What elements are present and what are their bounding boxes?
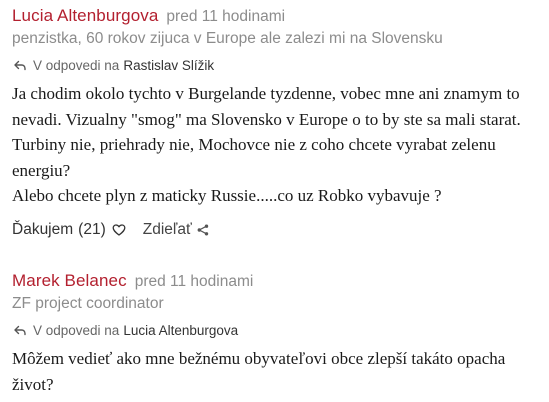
- comment-author[interactable]: Marek Belanec: [12, 271, 127, 291]
- heart-outline-icon: [112, 223, 126, 237]
- author-bio: ZF project coordinator: [12, 295, 164, 312]
- share-button[interactable]: Zdieľať: [143, 221, 209, 239]
- reply-reference: V odpovedi na Rastislav Slížik: [12, 55, 545, 75]
- like-button[interactable]: Ďakujem (21): [12, 221, 126, 239]
- reply-arrow-icon: [13, 323, 27, 337]
- reply-prefix: V odpovedi na: [33, 322, 120, 338]
- comment-timestamp: pred 11 hodinami: [134, 273, 254, 290]
- comment: Marek Belanec pred 11 hodinami ZF projec…: [12, 271, 545, 397]
- reply-prefix: V odpovedi na: [33, 57, 120, 73]
- comment-paragraph: Alebo chcete plyn z maticky Russie.....c…: [12, 186, 442, 205]
- like-count: (21): [78, 220, 106, 238]
- reply-reference: V odpovedi na Lucia Altenburgova: [12, 320, 545, 340]
- comment-body: Môžem vedieť ako mne bežnému obyvateľovi…: [12, 346, 540, 397]
- comment-timestamp: pred 11 hodinami: [166, 8, 286, 25]
- comment: Lucia Altenburgova pred 11 hodinami penz…: [12, 6, 545, 242]
- comment-header: Marek Belanec pred 11 hodinami: [12, 271, 545, 293]
- reply-target-author[interactable]: Rastislav Slížik: [123, 58, 214, 73]
- comment-body: Ja chodim okolo tychto v Burgelande tyzd…: [12, 81, 540, 209]
- like-label: Ďakujem: [12, 220, 74, 238]
- share-icon: [197, 224, 209, 236]
- comment-header: Lucia Altenburgova pred 11 hodinami: [12, 6, 545, 28]
- share-label: Zdieľať: [142, 220, 192, 238]
- comment-paragraph: Môžem vedieť ako mne bežnému obyvateľovi…: [12, 349, 506, 394]
- comment-actions: Ďakujem (21) Zdieľať: [12, 218, 545, 242]
- comment-author[interactable]: Lucia Altenburgova: [12, 6, 158, 26]
- author-bio: penzistka, 60 rokov zijuca v Europe ale …: [12, 30, 443, 47]
- reply-arrow-icon: [13, 58, 27, 72]
- comment-paragraph: Ja chodim okolo tychto v Burgelande tyzd…: [12, 84, 521, 180]
- reply-target-author[interactable]: Lucia Altenburgova: [123, 323, 238, 338]
